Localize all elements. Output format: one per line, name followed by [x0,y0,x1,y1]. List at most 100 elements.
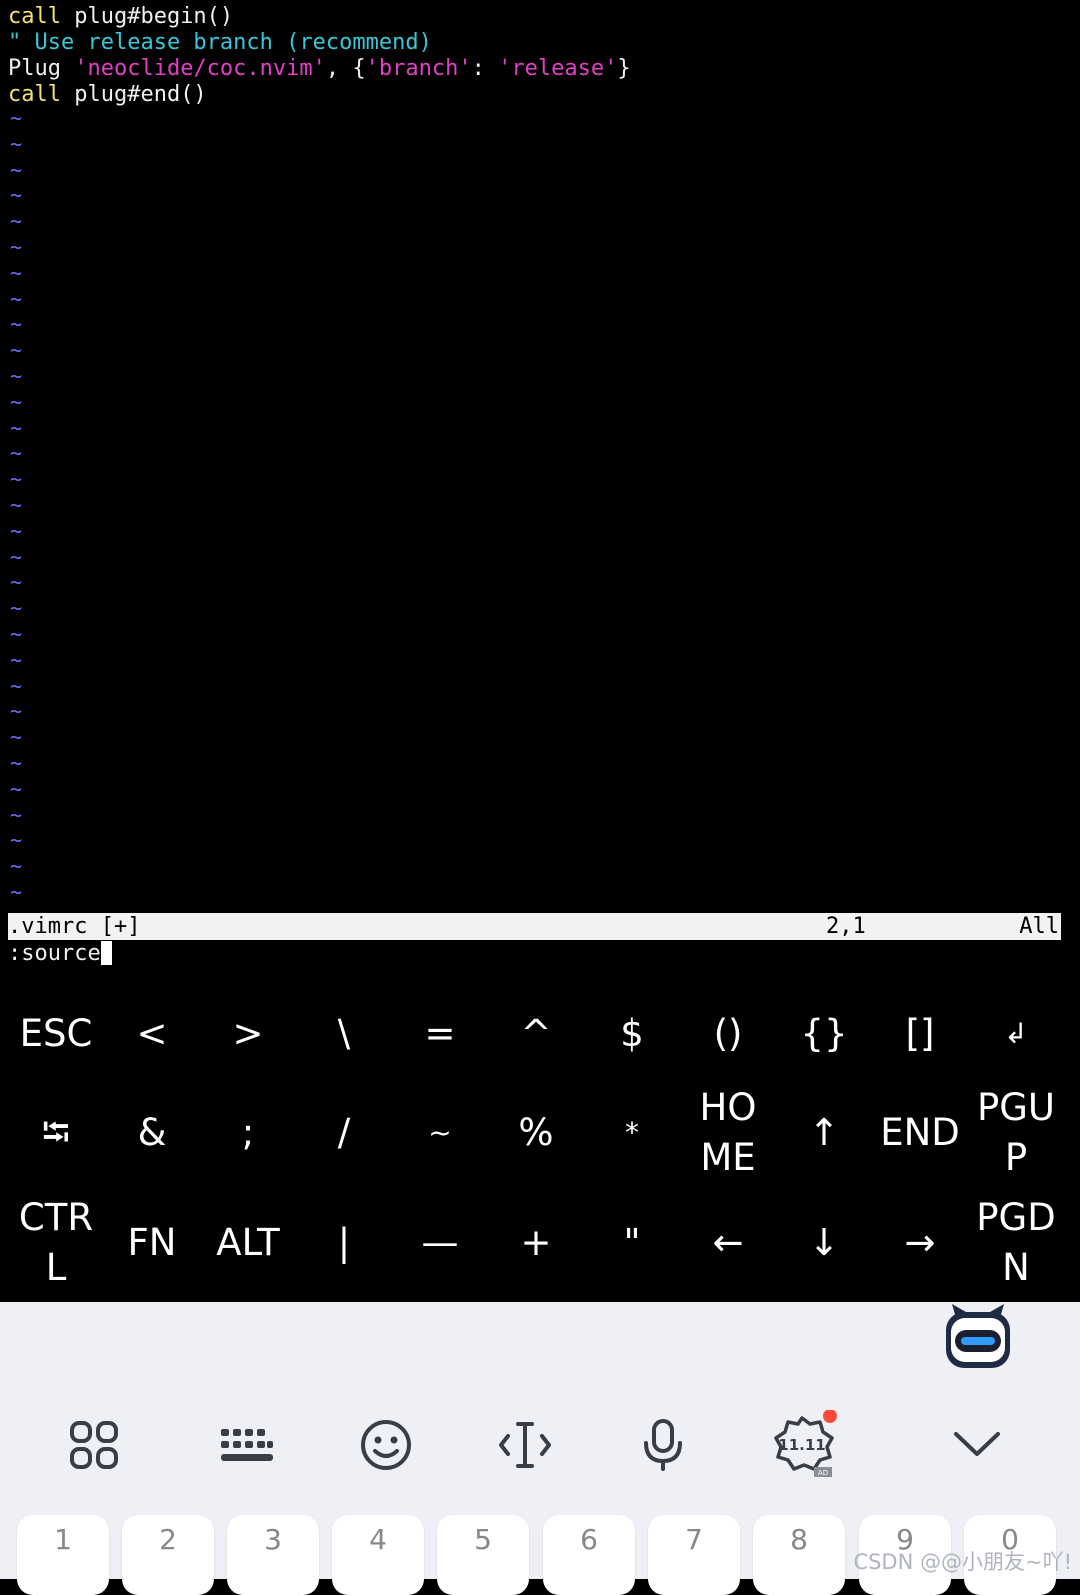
promo-badge-icon[interactable]: 11.11 AD [766,1410,838,1480]
number-key-label: 2 [159,1523,177,1556]
key-caret[interactable]: ^ [488,985,584,1082]
empty-line-tilde: ~ [10,622,23,646]
number-key-2[interactable]: 2 [122,1515,214,1595]
empty-line-tilde: ~ [10,157,23,182]
code-string: 'branch' [365,56,472,81]
code-line-1: call plug#begin() [8,4,233,30]
number-key-5[interactable]: 5 [437,1515,529,1595]
vim-command-line[interactable]: :source [8,941,112,967]
key-down-arrow[interactable]: ↓ [776,1184,872,1302]
key-equals[interactable]: = [392,985,488,1082]
number-key-6[interactable]: 6 [543,1515,635,1595]
text-cursor [100,941,112,965]
empty-line-tilde: ~ [10,467,23,492]
number-key-label: 6 [580,1523,598,1556]
empty-line-tilde: ~ [10,725,23,750]
number-key-8[interactable]: 8 [753,1515,845,1595]
key-up-arrow[interactable]: ↑ [776,1082,872,1184]
key-alt[interactable]: ALT [200,1184,296,1302]
number-key-label: 5 [474,1523,492,1556]
number-key-label: 8 [790,1523,808,1556]
number-key-1[interactable]: 1 [17,1515,109,1595]
empty-line-tilde: ~ [10,183,23,208]
empty-line-tilde: ~ [10,493,23,517]
key-greater-than[interactable]: > [200,985,296,1082]
key-parens[interactable]: () [680,985,776,1082]
number-key-label: 4 [369,1523,387,1556]
key-left-arrow[interactable]: ← [680,1184,776,1302]
empty-line-tilde: ~ [10,751,23,775]
code-text: plug#end() [60,82,207,107]
key-percent[interactable]: % [488,1082,584,1184]
number-key-4[interactable]: 4 [332,1515,424,1595]
code-text: } [617,56,631,81]
keyword-call: call [8,4,61,29]
key-less-than[interactable]: < [104,985,200,1082]
key-page-up[interactable]: PGU P [968,1082,1064,1184]
key-enter[interactable]: ↲ [968,985,1064,1082]
vim-editor[interactable]: call plug#begin() " Use release branch (… [0,0,1080,915]
emoji-icon[interactable] [351,1410,421,1480]
key-semicolon[interactable]: ; [200,1082,296,1184]
empty-line-tilde: ~ [10,389,23,414]
empty-line-tilde: ~ [10,544,23,569]
key-dash[interactable]: — [392,1184,488,1302]
code-line-3: Plug 'neoclide/coc.nvim', {'branch': 're… [8,56,631,82]
extra-keys-bar: ESC < > \ = ^ $(){}[] ↲ ⭾ &; / ~% * HO ME ↑ END PGU P CTR… [0,985,1080,1302]
key-braces[interactable]: {} [776,985,872,1082]
key-dollar[interactable]: $ [584,985,680,1082]
empty-line-tilde: ~ [10,286,23,311]
key-slash[interactable]: / [296,1082,392,1184]
key-right-arrow[interactable]: → [872,1184,968,1302]
keyboard-icon[interactable] [212,1410,282,1480]
empty-line-tilde: ~ [10,854,23,879]
vim-statusline: .vimrc [+] 2,1 All [8,913,1061,940]
number-key-7[interactable]: 7 [648,1515,740,1595]
empty-line-tilde: ~ [10,441,23,466]
key-plus[interactable]: + [488,1184,584,1302]
key-backslash[interactable]: \ [296,985,392,1082]
number-key-label: 3 [264,1523,282,1556]
key-esc[interactable]: ESC [8,985,104,1082]
empty-line-tilde: ~ [10,312,23,337]
key-pipe[interactable]: | [296,1184,392,1302]
collapse-chevron-icon[interactable] [942,1410,1012,1480]
code-string: 'release' [498,56,618,81]
empty-line-tilde: ~ [10,802,23,827]
key-fn[interactable]: FN [104,1184,200,1302]
key-ampersand[interactable]: & [104,1082,200,1184]
apps-grid-icon[interactable] [59,1410,129,1480]
status-scroll: All [1019,914,1059,939]
key-tilde[interactable]: ~ [392,1082,488,1184]
cursor-text-icon[interactable] [490,1410,560,1480]
number-key-3[interactable]: 3 [227,1515,319,1595]
key-home[interactable]: HO ME [680,1082,776,1184]
key-ctrl[interactable]: CTR L [8,1184,104,1302]
key-page-down[interactable]: PGD N [968,1184,1064,1302]
number-key-label: 7 [685,1523,703,1556]
code-text: plug#begin() [60,4,234,29]
assistant-mascot-icon[interactable] [942,1302,1014,1370]
empty-line-tilde: ~ [10,209,23,234]
key-brackets[interactable]: [] [872,985,968,1082]
keyword-call: call [8,82,61,107]
empty-line-tilde: ~ [10,518,23,543]
empty-line-tilde: ~ [10,673,23,698]
key-end[interactable]: END [872,1082,968,1184]
number-key-label: 1 [54,1523,72,1556]
key-asterisk[interactable]: * [584,1082,680,1184]
code-line-2: " Use release branch (recommend) [8,30,432,56]
empty-line-tilde: ~ [10,131,23,156]
empty-line-tilde: ~ [10,880,23,904]
code-text: , { [325,56,366,81]
empty-line-tilde: ~ [10,260,23,285]
empty-line-tilde: ~ [10,364,23,388]
code-string: 'neoclide/coc.nvim' [74,56,326,81]
microphone-icon[interactable] [628,1410,698,1480]
promo-text: 11.11 [778,1436,825,1454]
empty-line-tilde: ~ [10,596,23,621]
key-tab[interactable]: ⭾ [8,1082,104,1184]
empty-line-tilde: ~ [10,338,23,363]
key-quote[interactable]: " [584,1184,680,1302]
code-text: Plug [8,56,75,81]
